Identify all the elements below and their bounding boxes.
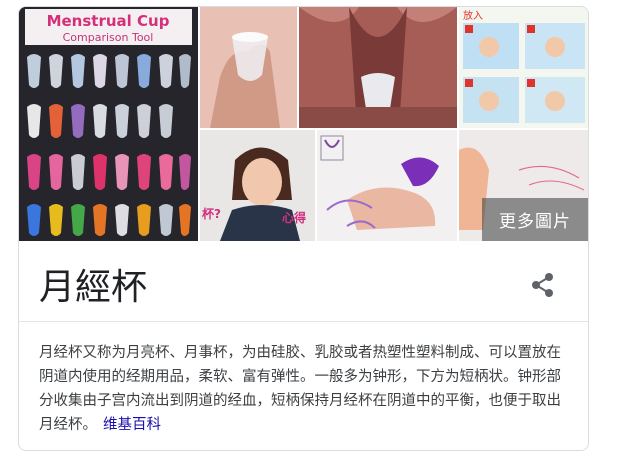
tile-label-left: 杯? xyxy=(202,206,221,221)
image-woman-presenter[interactable]: 杯? 心得 xyxy=(200,130,315,241)
tile-heading-2: Comparison Tool xyxy=(63,31,154,44)
image-insertion-steps[interactable]: 放入 xyxy=(459,7,588,128)
image-comparison-tool[interactable]: Menstrual Cup Comparison Tool xyxy=(19,7,198,241)
panel-title: 月經杯 xyxy=(39,267,148,308)
image-hand-holding-cup[interactable] xyxy=(200,7,297,128)
tile-step-label: 放入 xyxy=(463,9,483,22)
tile-heading-1: Menstrual Cup xyxy=(47,12,170,30)
share-icon xyxy=(532,273,553,297)
tile-label-right: 心得 xyxy=(282,210,306,225)
share-button[interactable] xyxy=(525,267,561,303)
panel-description: 月经杯又称为月亮杯、月事杯，为由硅胶、乳胶或者热塑性塑料制成、可以置放在阴道内使… xyxy=(39,341,569,437)
image-folding-purple-cup[interactable] xyxy=(317,130,457,241)
wikipedia-link[interactable]: 维基百科 xyxy=(103,417,161,433)
panel-header: 月經杯 xyxy=(19,241,588,322)
knowledge-panel: Menstrual Cup Comparison Tool 放入 杯? 心得 更… xyxy=(18,6,589,451)
image-gallery: Menstrual Cup Comparison Tool 放入 杯? 心得 更… xyxy=(19,7,588,241)
more-images-button[interactable]: 更多圖片 xyxy=(482,198,588,241)
image-anatomy-diagram[interactable] xyxy=(299,7,457,128)
